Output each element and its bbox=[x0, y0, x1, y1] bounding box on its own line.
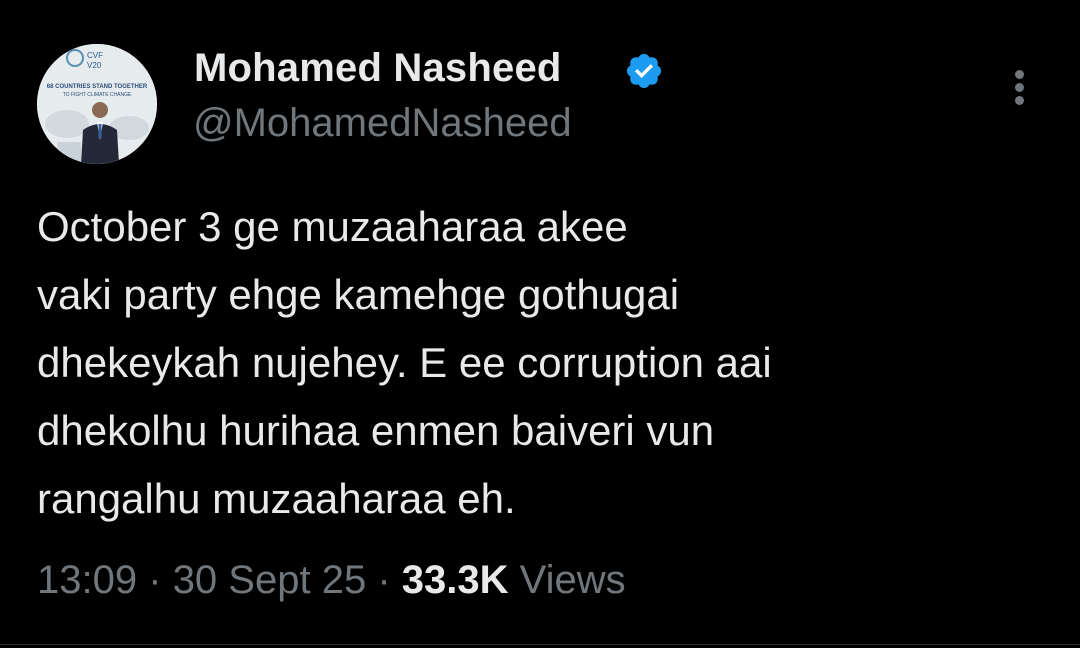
more-vertical-icon bbox=[1015, 70, 1024, 79]
tweet-text-line: dhekolhu hurihaa enmen baiveri vun bbox=[37, 407, 715, 454]
tweet-text-line: rangalhu muzaaharaa eh. bbox=[37, 475, 516, 522]
verified-badge-icon bbox=[626, 53, 662, 89]
avatar[interactable]: CVF V20 68 COUNTRIES STAND TOGETHER TO F… bbox=[37, 44, 157, 164]
divider bbox=[0, 644, 1080, 645]
tweet-meta: 13:09 · 30 Sept 25 · 33.3K Views bbox=[37, 558, 626, 603]
tweet-text: October 3 ge muzaaharaa akee vaki party … bbox=[37, 193, 1047, 533]
tweet-time[interactable]: 13:09 bbox=[37, 558, 137, 602]
user-handle[interactable]: @MohamedNasheed bbox=[193, 101, 572, 146]
tweet-text-line: vaki party ehge kamehge gothugai bbox=[37, 271, 680, 318]
avatar-logo-v20: V20 bbox=[87, 61, 102, 70]
tweet-text-line: October 3 ge muzaaharaa akee bbox=[37, 203, 628, 250]
more-options-button[interactable] bbox=[1004, 68, 1036, 110]
meta-separator: · bbox=[148, 558, 162, 602]
avatar-banner-line-2: TO FIGHT CLIMATE CHANGE bbox=[63, 92, 132, 98]
more-vertical-icon-dot bbox=[1015, 96, 1024, 105]
more-vertical-icon-dot bbox=[1015, 83, 1024, 92]
avatar-image: CVF V20 68 COUNTRIES STAND TOGETHER TO F… bbox=[37, 44, 157, 164]
display-name[interactable]: Mohamed Nasheed bbox=[194, 46, 562, 91]
views-count: 33.3K bbox=[401, 558, 509, 602]
meta-separator: · bbox=[377, 558, 391, 602]
avatar-banner-line-1: 68 COUNTRIES STAND TOGETHER bbox=[47, 84, 148, 90]
tweet-card: CVF V20 68 COUNTRIES STAND TOGETHER TO F… bbox=[0, 0, 1080, 648]
tweet-date[interactable]: 30 Sept 25 bbox=[173, 558, 367, 602]
tweet-text-line: dhekeykah nujehey. E ee corruption aai bbox=[37, 339, 772, 386]
views-label: Views bbox=[519, 558, 626, 602]
avatar-logo-cvf: CVF bbox=[87, 51, 103, 60]
